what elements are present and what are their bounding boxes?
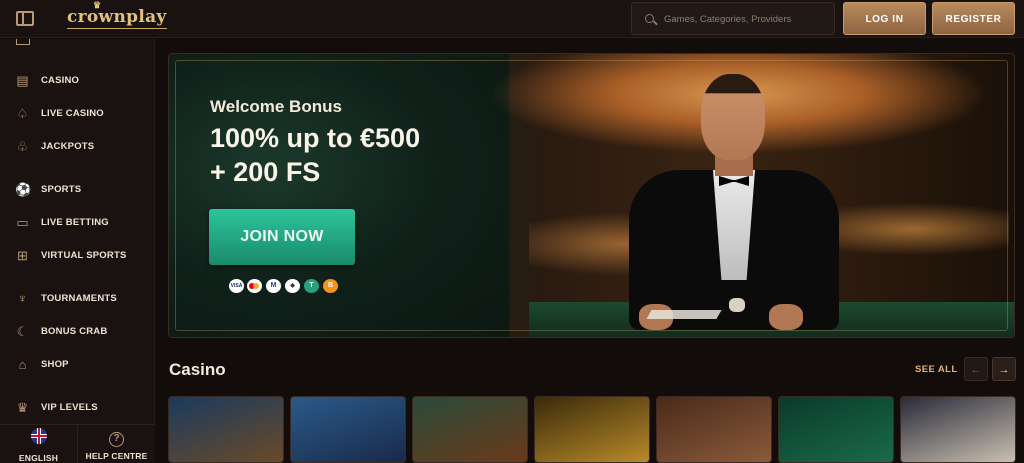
welcome-banner[interactable] bbox=[168, 53, 1015, 338]
magician-game-tile[interactable] bbox=[290, 396, 406, 463]
ethereum-icon: ◆ bbox=[285, 279, 300, 293]
cards-game-tile[interactable] bbox=[900, 396, 1016, 463]
shop-icon: ⌂ bbox=[18, 357, 27, 372]
sidebar-item-label: TOURNAMENTS bbox=[41, 293, 117, 304]
sidebar-item-live-betting[interactable]: ▭ LIVE BETTING bbox=[0, 211, 155, 235]
crown-icon: ♛ bbox=[16, 400, 29, 415]
trophy-icon: ♆ bbox=[17, 291, 28, 306]
sidebar-item-jackpots[interactable]: ♧ JACKPOTS bbox=[0, 135, 155, 159]
sidebar-item-label: VIP LEVELS bbox=[41, 402, 98, 413]
bank-icon: M bbox=[266, 279, 281, 293]
sidebar-item-live-casino[interactable]: ♤ LIVE CASINO bbox=[0, 102, 155, 126]
join-now-button[interactable]: JOIN NOW bbox=[209, 209, 355, 265]
search-input[interactable] bbox=[664, 10, 828, 28]
register-button[interactable]: REGISTER bbox=[932, 2, 1015, 35]
sidebar-item-vip-levels[interactable]: ♛ VIP LEVELS bbox=[0, 396, 155, 420]
sidebar-item-label: LIVE BETTING bbox=[41, 217, 109, 228]
search-icon bbox=[645, 14, 654, 23]
gold-gem-game-tile[interactable] bbox=[534, 396, 650, 463]
scroll-right-button[interactable]: → bbox=[992, 357, 1016, 381]
search-box[interactable] bbox=[631, 2, 835, 35]
top-bar: ♛ crownplay LOG IN REGISTER bbox=[0, 0, 1024, 38]
banner-headline-line2: + 200 FS bbox=[210, 157, 321, 187]
clover-icon: ♧ bbox=[16, 139, 29, 154]
crown-icon: ♛ bbox=[93, 1, 102, 11]
casino-section-title: Casino bbox=[169, 360, 226, 379]
language-label: ENGLISH bbox=[18, 453, 59, 463]
banner-subtitle: Welcome Bonus bbox=[210, 97, 342, 116]
see-all-link[interactable]: SEE ALL bbox=[915, 364, 958, 375]
arrow-left-icon: ← bbox=[970, 364, 982, 376]
soccer-ball-icon: ⚽ bbox=[15, 182, 32, 197]
help-centre-link[interactable]: ? HELP CENTRE bbox=[78, 428, 155, 461]
tv-icon: ▭ bbox=[16, 215, 29, 230]
sidebar-item-label: JACKPOTS bbox=[41, 141, 95, 152]
sidebar-item-bonus-crab[interactable]: ☾ BONUS CRAB bbox=[0, 320, 155, 344]
bitcoin-icon: B bbox=[323, 279, 338, 293]
visa-icon: VISA bbox=[229, 279, 244, 293]
mastercard-icon bbox=[247, 279, 262, 293]
sidebar-item-label: VIRTUAL SPORTS bbox=[41, 250, 127, 261]
spade-icon: ♤ bbox=[16, 106, 29, 121]
language-selector[interactable]: ENGLISH bbox=[0, 428, 77, 463]
fruit-game-tile[interactable] bbox=[778, 396, 894, 463]
sidebar-item-label: LIVE CASINO bbox=[41, 108, 104, 119]
sidebar-item-label: SHOP bbox=[41, 359, 69, 370]
slot-machine-icon: ▤ bbox=[16, 73, 29, 88]
sidebar-item-label: SPORTS bbox=[41, 184, 82, 195]
sidebar-item-sports[interactable]: ⚽ SPORTS bbox=[0, 178, 155, 202]
sidebar: ▤ CASINO ♤ LIVE CASINO ♧ JACKPOTS ⚽ SPOR… bbox=[0, 39, 155, 463]
crab-icon: ☾ bbox=[16, 324, 29, 339]
uk-flag-icon bbox=[30, 428, 47, 444]
viking-game-tile[interactable] bbox=[168, 396, 284, 463]
tether-icon: T bbox=[304, 279, 319, 293]
logo[interactable]: ♛ crownplay bbox=[67, 1, 167, 29]
scroll-left-button[interactable]: ← bbox=[964, 357, 988, 381]
app: ♛ crownplay LOG IN REGISTER ▤ CASINO ♤ L… bbox=[0, 0, 1024, 463]
sidebar-item-label: BONUS CRAB bbox=[41, 326, 108, 337]
scrolled-item-stub bbox=[16, 39, 30, 45]
question-icon: ? bbox=[109, 432, 124, 447]
couple-game-tile[interactable] bbox=[656, 396, 772, 463]
sidebar-item-casino[interactable]: ▤ CASINO bbox=[0, 69, 155, 93]
arrow-right-icon: → bbox=[998, 364, 1010, 376]
banner-headline-line1: 100% up to €500 bbox=[210, 123, 421, 153]
pirate-game-tile[interactable] bbox=[412, 396, 528, 463]
gamepad-icon: ⊞ bbox=[17, 248, 28, 263]
sidebar-item-virtual-sports[interactable]: ⊞ VIRTUAL SPORTS bbox=[0, 244, 155, 268]
sidebar-item-shop[interactable]: ⌂ SHOP bbox=[0, 353, 155, 377]
sidebar-item-tournaments[interactable]: ♆ TOURNAMENTS bbox=[0, 287, 155, 311]
sidebar-toggle-icon[interactable] bbox=[16, 11, 34, 26]
logo-text: crownplay bbox=[67, 7, 167, 27]
sidebar-item-label: CASINO bbox=[41, 75, 80, 86]
login-button[interactable]: LOG IN bbox=[843, 2, 926, 35]
help-label: HELP CENTRE bbox=[85, 451, 148, 461]
